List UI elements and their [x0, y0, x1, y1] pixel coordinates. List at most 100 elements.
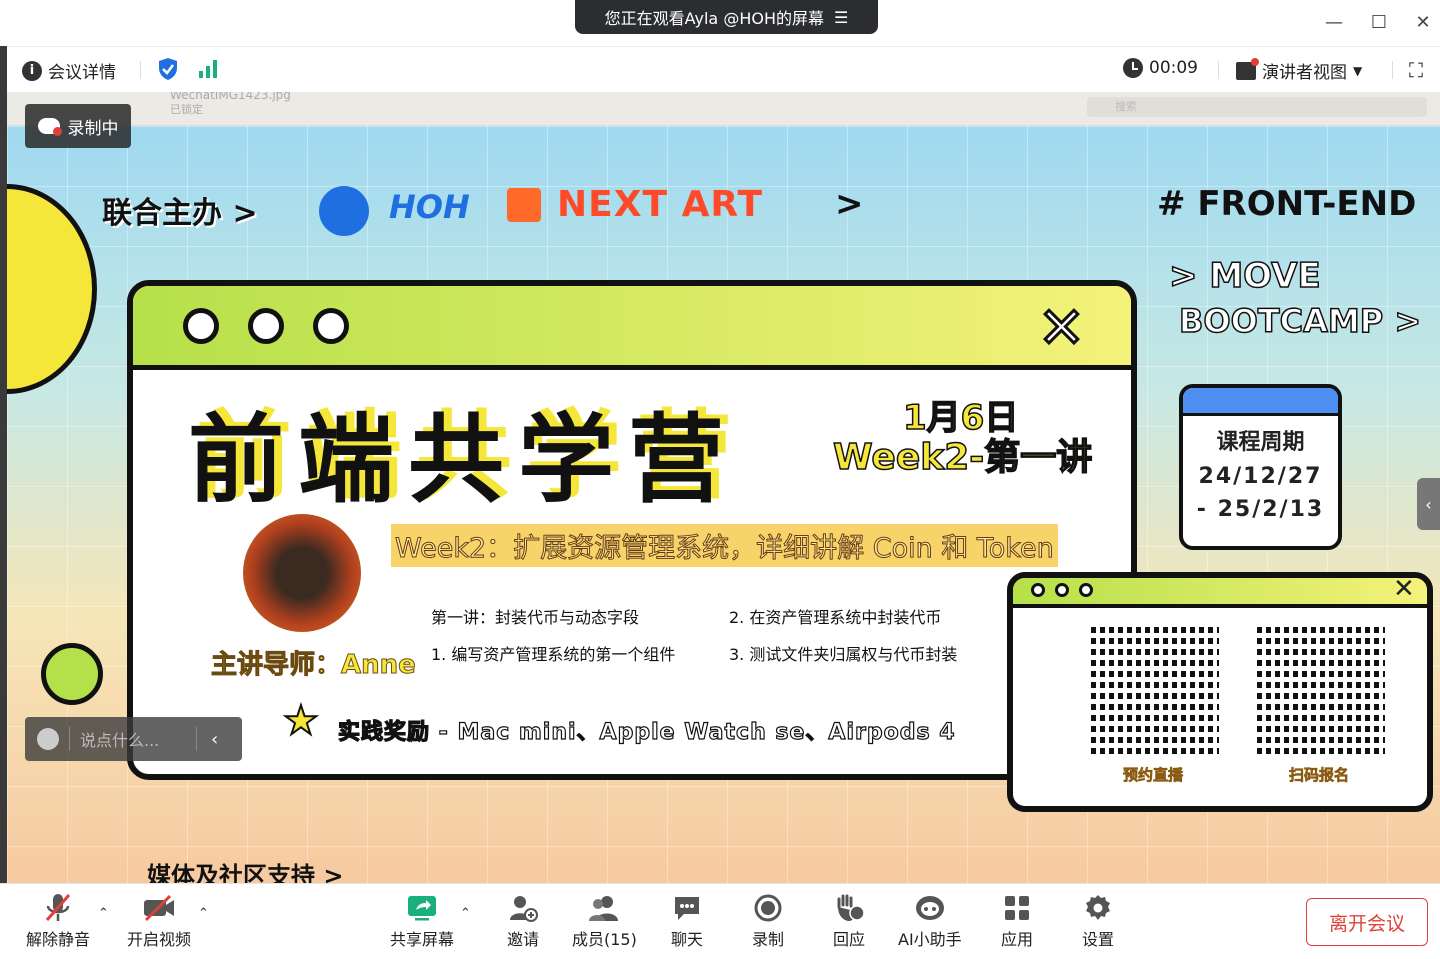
meeting-timer: 00:09 — [1123, 58, 1198, 78]
cycle-title: 课程周期 — [1216, 430, 1305, 455]
mentor-label: 主讲导师：Anne — [211, 650, 417, 681]
divider — [140, 61, 141, 79]
unmute-button[interactable]: 解除静音 — [26, 890, 90, 950]
side-panel-toggle[interactable]: ‹ — [1417, 478, 1440, 530]
fullscreen-icon[interactable]: ⛶ — [1409, 58, 1423, 82]
qr-register-label: 扫码报名 — [1289, 766, 1350, 785]
chevron-up-icon[interactable]: ⌃ — [460, 906, 471, 921]
chevron-up-icon[interactable]: ⌃ — [198, 906, 209, 921]
screen-share-banner[interactable]: 您正在观看Ayla @HOH的屏幕 ☰ — [575, 0, 878, 34]
record-button[interactable]: 录制 — [748, 890, 788, 950]
meeting-details-button[interactable]: i 会议详情 — [22, 58, 116, 83]
title-bar: 您正在观看Ayla @HOH的屏幕 ☰ — ☐ ✕ — [0, 0, 1440, 46]
lecture-item-2: 1. 编写资产管理系统的第一个组件 — [431, 645, 676, 664]
start-video-button[interactable]: 开启视频 — [127, 890, 191, 950]
chevron-down-icon: ▼ — [1353, 63, 1363, 78]
co-host-label: 联合主办 > — [102, 196, 258, 231]
poster-qr-window: ✕ 预约直播 扫码报名 — [1007, 572, 1433, 812]
apps-button[interactable]: 应用 — [997, 890, 1037, 950]
recording-label: 录制中 — [67, 118, 119, 139]
hoh-logo — [319, 186, 369, 236]
meeting-info-bar: i 会议详情 00:09 演讲者视图 ▼ ⛶ — [0, 46, 1440, 92]
poster-main-window: ✕ 前端共学营 1月6日 Week2-第一讲 Week2：扩展资源管理系统，详细… — [127, 280, 1137, 780]
ai-assistant-label: AI小助手 — [898, 930, 962, 949]
shared-screen: WechatIMG1423.jpg 已锁定 搜索 联合主办 > HOH NEXT… — [7, 92, 1440, 883]
reactions-button[interactable]: 回应 — [829, 890, 869, 950]
cycle-start: 24/12/27 — [1198, 464, 1323, 489]
members-button[interactable]: 成员(15) — [572, 890, 637, 950]
speaker-view-label: 演讲者视图 — [1262, 63, 1347, 83]
move-label: > MOVE — [1168, 255, 1321, 297]
bootcamp-label: BOOTCAMP > — [1178, 301, 1422, 341]
chat-icon — [667, 890, 707, 926]
share-banner-text: 您正在观看Ayla @HOH的屏幕 — [604, 9, 824, 28]
poster-subtitle: Week2：扩展资源管理系统，详细讲解 Coin 和 Token — [391, 524, 1058, 567]
share-screen-button[interactable]: 共享屏幕 — [390, 890, 454, 950]
camera-off-icon — [139, 890, 179, 926]
maximize-button[interactable]: ☐ — [1366, 10, 1392, 34]
quick-chat-input[interactable]: 说点什么... ‹ — [25, 717, 242, 761]
leave-meeting-button[interactable]: 离开会议 — [1306, 898, 1428, 946]
timer-value: 00:09 — [1149, 58, 1198, 78]
settings-button[interactable]: 设置 — [1078, 890, 1118, 950]
trophy-icon: ★ — [282, 697, 320, 745]
chat-placeholder: 说点什么... — [80, 731, 160, 750]
close-button[interactable]: ✕ — [1410, 10, 1436, 34]
chevron-up-icon[interactable]: ⌃ — [98, 906, 109, 921]
shared-file-locked: 已锁定 — [170, 103, 203, 116]
ai-robot-icon — [910, 890, 950, 926]
cloud-record-icon — [37, 118, 62, 136]
chat-button[interactable]: 聊天 — [667, 890, 707, 950]
close-x-icon: ✕ — [1393, 574, 1415, 604]
lecture-item-1: 2. 在资产管理系统中封装代币 — [729, 608, 942, 627]
meeting-toolbar: 解除静音 ⌃ 开启视频 ⌃ 共享屏幕 ⌃ 邀请 成员(15) 聊天 录制 回应 … — [0, 883, 1440, 959]
window-edge — [0, 46, 7, 883]
members-icon — [584, 890, 624, 926]
share-screen-label: 共享屏幕 — [390, 930, 455, 949]
divider — [1392, 61, 1393, 79]
apps-label: 应用 — [1000, 930, 1033, 949]
members-label: 成员(15) — [572, 930, 637, 949]
record-label: 录制 — [751, 930, 784, 949]
reward-text: 实践奖励 - Mac mini、Apple Watch se、Airpods 4 — [337, 719, 956, 745]
minimize-button[interactable]: — — [1321, 10, 1347, 34]
bootcamp-poster: 联合主办 > HOH NEXT ART > # FRONT-END > MOVE… — [7, 126, 1440, 883]
qr-live-label: 预约直播 — [1123, 766, 1184, 785]
invite-button[interactable]: 邀请 — [503, 890, 543, 950]
poster-week-lecture: Week2-第一讲 — [832, 436, 1093, 479]
gear-icon — [1078, 890, 1118, 926]
qr-code-register — [1257, 626, 1385, 754]
meeting-details-label: 会议详情 — [48, 63, 116, 83]
front-end-label: # FRONT-END — [1157, 184, 1417, 224]
decor-green-circle — [41, 643, 103, 705]
reactions-label: 回应 — [832, 930, 865, 949]
speaker-view-dropdown[interactable]: 演讲者视图 ▼ — [1236, 57, 1363, 83]
arrow-label: > — [835, 184, 864, 224]
emoji-icon[interactable] — [37, 728, 59, 750]
hand-emoji-icon — [829, 890, 869, 926]
share-screen-icon — [402, 890, 442, 926]
lecture-item-0: 第一讲：封装代币与动态字段 — [431, 608, 640, 627]
menu-icon[interactable]: ☰ — [834, 8, 848, 27]
course-calendar: 课程周期 24/12/27 - 25/2/13 — [1179, 384, 1342, 550]
ai-assistant-button[interactable]: AI小助手 — [898, 890, 962, 950]
chevron-left-icon[interactable]: ‹ — [211, 729, 218, 750]
security-shield-icon[interactable] — [157, 57, 179, 81]
start-video-label: 开启视频 — [127, 930, 192, 949]
cycle-end: - 25/2/13 — [1196, 497, 1325, 522]
chevron-left-icon: ‹ — [1425, 494, 1432, 514]
speaker-view-icon — [1236, 57, 1259, 80]
info-icon: i — [22, 60, 42, 81]
poster-title: 前端共学营 — [188, 404, 738, 516]
shared-window-toolbar: WechatIMG1423.jpg 已锁定 搜索 — [7, 92, 1440, 126]
next-art-logo — [507, 188, 541, 222]
recording-badge[interactable]: 录制中 — [25, 104, 131, 148]
qr-code-live — [1091, 626, 1219, 754]
settings-label: 设置 — [1081, 930, 1114, 949]
shared-search-field: 搜索 — [1087, 97, 1427, 117]
media-support-label: 媒体及社区支持 > — [147, 862, 344, 883]
invite-label: 邀请 — [506, 930, 539, 949]
network-signal-icon[interactable] — [198, 59, 220, 79]
mentor-avatar — [243, 514, 361, 632]
apps-grid-icon — [997, 890, 1037, 926]
